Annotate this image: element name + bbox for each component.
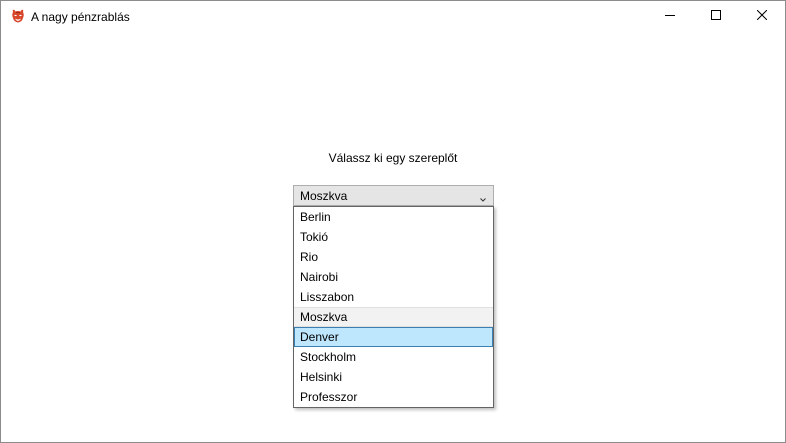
title-bar[interactable]: A nagy pénzrablás xyxy=(1,1,785,32)
mask-icon xyxy=(10,8,26,24)
list-item-denver[interactable]: Denver xyxy=(294,327,493,347)
close-button[interactable] xyxy=(739,1,785,31)
list-item-professzor[interactable]: Professzor xyxy=(294,387,493,407)
list-item-rio[interactable]: Rio xyxy=(294,247,493,267)
character-combobox[interactable]: Moszkva xyxy=(293,185,494,206)
minimize-button[interactable] xyxy=(647,1,693,31)
list-item-helsinki[interactable]: Helsinki xyxy=(294,367,493,387)
combo-selected-value: Moszkva xyxy=(300,189,348,203)
list-item-nairobi[interactable]: Nairobi xyxy=(294,267,493,287)
list-item-stockholm[interactable]: Stockholm xyxy=(294,347,493,367)
window-title: A nagy pénzrablás xyxy=(31,10,130,24)
minimize-icon xyxy=(665,7,675,25)
close-icon xyxy=(756,7,768,25)
list-item-lisszabon[interactable]: Lisszabon xyxy=(294,287,493,307)
maximize-icon xyxy=(711,7,721,25)
character-dropdown-list: Berlin Tokió Rio Nairobi Lisszabon Moszk… xyxy=(293,206,494,408)
app-window: A nagy pénzrablás Válassz ki egy szerepl… xyxy=(0,0,786,443)
character-prompt-label: Válassz ki egy szereplőt xyxy=(328,151,458,165)
maximize-button[interactable] xyxy=(693,1,739,31)
list-item-tokio[interactable]: Tokió xyxy=(294,227,493,247)
chevron-down-icon[interactable] xyxy=(479,191,487,202)
list-item-moszkva[interactable]: Moszkva xyxy=(294,307,493,327)
list-item-berlin[interactable]: Berlin xyxy=(294,207,493,227)
